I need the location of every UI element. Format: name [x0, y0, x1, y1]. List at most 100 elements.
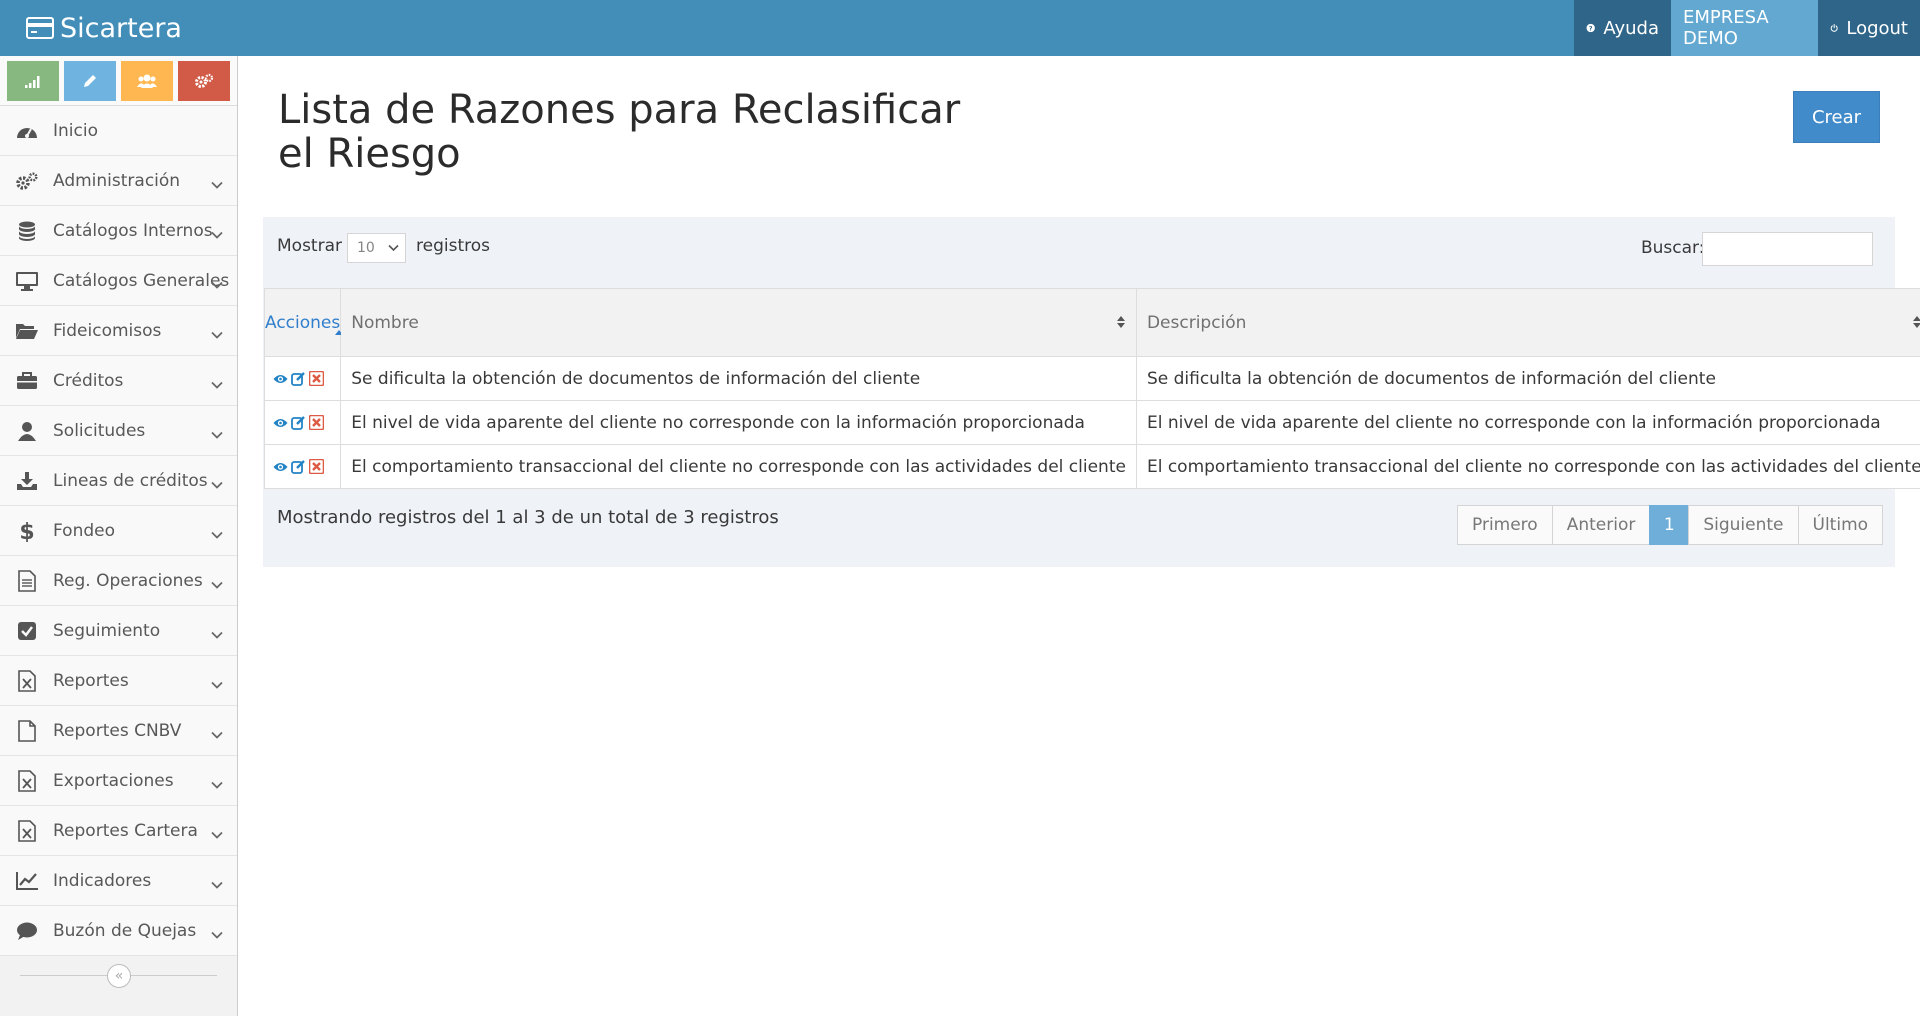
chevron-down-icon[interactable]	[211, 824, 223, 843]
sidebar-item-solicitudes[interactable]: Solicitudes	[0, 406, 237, 456]
sidebar-item-reg-operaciones[interactable]: Reg. Operaciones	[0, 556, 237, 606]
shortcut-users-button[interactable]	[121, 60, 173, 101]
sidebar-item-exportaciones[interactable]: Exportaciones	[0, 756, 237, 806]
sidebar-collapse-bar: «	[0, 956, 237, 996]
sidebar-item-catalogos-internos[interactable]: Catálogos Internos	[0, 206, 237, 256]
page-prev-button[interactable]: Anterior	[1551, 505, 1651, 545]
table-row: El comportamiento transaccional del clie…	[263, 444, 1920, 489]
sidebar-item-lineas-de-creditos[interactable]: Lineas de créditos	[0, 456, 237, 506]
chevron-down-icon[interactable]	[211, 174, 223, 193]
logout-button[interactable]: Logout	[1818, 0, 1920, 56]
sidebar-item-catalogos-generales[interactable]: Catálogos Generales	[0, 256, 237, 306]
shortcut-edit-button[interactable]	[64, 60, 116, 101]
page-next-button[interactable]: Siguiente	[1688, 505, 1799, 545]
delete-icon[interactable]	[309, 459, 324, 474]
edit-icon[interactable]	[291, 459, 306, 474]
cogs-icon	[195, 73, 214, 88]
eye-icon[interactable]	[273, 461, 288, 473]
page-current-button[interactable]: 1	[1649, 505, 1690, 545]
chevron-down-icon[interactable]	[211, 474, 223, 493]
chevron-down-icon[interactable]	[211, 924, 223, 943]
search-input[interactable]	[1702, 232, 1873, 266]
sort-icon	[1912, 316, 1920, 328]
delete-icon[interactable]	[309, 415, 324, 430]
records-label: registros	[416, 236, 490, 256]
help-label: Ayuda	[1603, 17, 1659, 39]
brand-logo[interactable]: Sicartera	[26, 0, 182, 56]
shortcut-settings-button[interactable]	[178, 60, 230, 101]
sidebar-item-buzon-de-quejas[interactable]: Buzón de Quejas	[0, 906, 237, 956]
sidebar-item-label: Inicio	[53, 120, 98, 141]
sidebar-item-indicadores[interactable]: Indicadores	[0, 856, 237, 906]
chevron-down-icon[interactable]	[211, 874, 223, 893]
sidebar-item-reportes[interactable]: Reportes	[0, 656, 237, 706]
page-last-button[interactable]: Último	[1797, 505, 1884, 545]
sidebar-item-inicio[interactable]: Inicio	[0, 106, 237, 156]
company-button[interactable]: EMPRESA DEMO	[1671, 0, 1818, 56]
page-size-select[interactable]: 10	[347, 233, 406, 263]
eye-icon[interactable]	[273, 373, 288, 385]
chevron-down-icon[interactable]	[211, 724, 223, 743]
double-chevron-left-icon: «	[114, 968, 124, 984]
edit-icon[interactable]	[291, 415, 306, 430]
sidebar-item-label: Seguimiento	[53, 620, 161, 641]
sidebar-item-seguimiento[interactable]: Seguimiento	[0, 606, 237, 656]
sidebar-item-fondeo[interactable]: $ Fondeo	[0, 506, 237, 556]
sidebar-item-label: Reportes Cartera	[53, 820, 198, 841]
cell-descripcion: El comportamiento transaccional del clie…	[1135, 444, 1920, 489]
delete-icon[interactable]	[309, 371, 324, 386]
create-button[interactable]: Crear	[1793, 91, 1880, 143]
sidebar-item-label: Buzón de Quejas	[53, 920, 197, 941]
pagination: Primero Anterior 1 Siguiente Último	[1457, 505, 1884, 545]
shortcut-stats-button[interactable]	[7, 60, 59, 101]
sidebar-item-label: Fondeo	[53, 520, 115, 541]
eye-icon[interactable]	[273, 417, 288, 429]
chevron-down-icon[interactable]	[211, 574, 223, 593]
chevron-down-icon[interactable]	[211, 424, 223, 443]
table-info: Mostrando registros del 1 al 3 de un tot…	[277, 507, 779, 528]
database-icon	[14, 219, 40, 243]
sidebar-item-creditos[interactable]: Créditos	[0, 356, 237, 406]
sidebar-item-label: Catálogos Generales	[53, 270, 230, 291]
chevron-down-icon	[388, 244, 399, 252]
company-label: EMPRESA DEMO	[1683, 7, 1769, 49]
chevron-down-icon[interactable]	[211, 224, 223, 243]
sidebar-item-reportes-cnbv[interactable]: Reportes CNBV	[0, 706, 237, 756]
cogs-icon	[14, 169, 40, 193]
column-header-acciones[interactable]: Acciones	[263, 288, 343, 357]
chevron-down-icon	[211, 281, 223, 289]
file-text-icon	[14, 569, 40, 593]
table-header-row: Acciones Nombre Descripción	[263, 288, 1920, 357]
cell-descripcion: Se dificulta la obtención de documentos …	[1135, 356, 1920, 401]
help-button[interactable]: ? Ayuda	[1574, 0, 1671, 56]
file-excel-icon	[14, 669, 40, 693]
pencil-icon	[84, 74, 96, 87]
chevron-down-icon	[211, 481, 223, 489]
chevron-down-icon[interactable]	[211, 774, 223, 793]
chevron-down-icon[interactable]	[211, 674, 223, 693]
show-label: Mostrar	[277, 236, 342, 256]
edit-icon[interactable]	[291, 371, 306, 386]
chevron-down-icon[interactable]	[211, 324, 223, 343]
sidebar-item-label: Reportes	[53, 670, 129, 691]
sidebar-item-fideicomisos[interactable]: Fideicomisos	[0, 306, 237, 356]
cell-nombre: Se dificulta la obtención de documentos …	[340, 356, 1137, 401]
column-header-descripcion[interactable]: Descripción	[1135, 288, 1920, 357]
check-square-icon	[14, 619, 40, 643]
sidebar-item-label: Reportes CNBV	[53, 720, 182, 741]
page-first-button[interactable]: Primero	[1457, 505, 1553, 545]
chevron-down-icon[interactable]	[211, 274, 223, 293]
svg-text:?: ?	[1589, 25, 1593, 32]
chevron-down-icon[interactable]	[211, 624, 223, 643]
column-header-nombre[interactable]: Nombre	[340, 288, 1137, 357]
sidebar-item-label: Solicitudes	[53, 420, 146, 441]
top-navbar: Sicartera ? Ayuda EMPRESA DEMO Logout	[0, 0, 1920, 56]
sidebar-item-administracion[interactable]: Administración	[0, 156, 237, 206]
sidebar-item-reportes-cartera[interactable]: Reportes Cartera	[0, 806, 237, 856]
chevron-down-icon[interactable]	[211, 524, 223, 543]
chevron-down-icon[interactable]	[211, 374, 223, 393]
comment-icon	[14, 919, 40, 943]
file-excel-icon	[14, 819, 40, 843]
reasons-table: Acciones Nombre Descripción Se dificulta…	[263, 288, 1920, 489]
sidebar-collapse-button[interactable]: «	[107, 964, 131, 988]
